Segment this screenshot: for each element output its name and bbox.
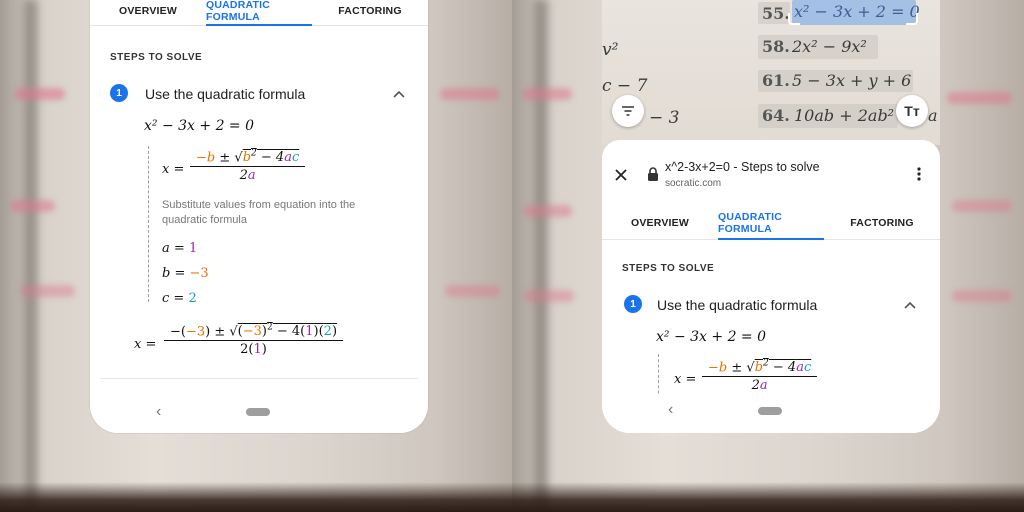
chevron-up-icon[interactable] xyxy=(902,297,918,313)
problem-64-expression: 10ab + 2ab² xyxy=(794,106,895,125)
step-title[interactable]: Use the quadratic formula xyxy=(145,86,305,102)
tab-overview[interactable]: OVERVIEW xyxy=(602,206,718,239)
formula-lhs: x = xyxy=(162,162,185,177)
more-vert-icon[interactable] xyxy=(916,166,922,182)
socratic-phone-screen: OVERVIEW QUADRATIC FORMULA FACTORING STE… xyxy=(90,0,428,433)
quadratic-formula: −b ± √b2 − 4ac 2a xyxy=(702,359,818,393)
lock-icon xyxy=(648,167,658,181)
tab-factoring[interactable]: FACTORING xyxy=(824,206,940,239)
tab-quadratic-formula[interactable]: QUADRATIC FORMULA xyxy=(206,0,312,26)
problem-61-expression: 5 − 3x + y + 6 xyxy=(792,71,912,90)
quadratic-equation: x² − 3x + 2 = 0 xyxy=(656,329,767,345)
steps-to-solve-heading: STEPS TO SOLVE xyxy=(622,263,715,274)
problem-64-number: 64. xyxy=(762,106,790,125)
formula-lhs: x = xyxy=(674,372,697,387)
problem-58-expression: 2x² − 9x² xyxy=(792,37,867,56)
substituted-formula: −(−3) ± √(−3)2 − 4(1)(2) 2(1) xyxy=(164,323,344,357)
tab-quadratic-formula[interactable]: QUADRATIC FORMULA xyxy=(718,206,824,240)
problem-58-number: 58. xyxy=(762,37,790,56)
back-icon[interactable]: ‹ xyxy=(668,401,673,419)
tab-bar: OVERVIEW QUADRATIC FORMULA FACTORING xyxy=(602,206,940,240)
step-title[interactable]: Use the quadratic formula xyxy=(657,297,817,313)
tab-factoring[interactable]: FACTORING xyxy=(312,0,428,25)
step-number-badge: 1 xyxy=(624,295,642,313)
chevron-up-icon[interactable] xyxy=(391,86,407,102)
camera-photo-of-textbook: v² c − 7 − 3 55. x² − 3x + 2 = 0 58. 2x²… xyxy=(602,0,940,145)
formula-neg-b: −b xyxy=(196,150,216,166)
android-nav-bar: ‹ xyxy=(602,395,940,433)
tab-bar: OVERVIEW QUADRATIC FORMULA FACTORING xyxy=(90,0,428,26)
page-domain: socratic.com xyxy=(665,178,722,189)
value-a: a = 1 xyxy=(162,241,198,256)
step-dashed-rail xyxy=(148,146,149,302)
divider xyxy=(100,378,418,379)
photo-fragment: c − 7 xyxy=(602,76,648,96)
quadratic-equation: x² − 3x + 2 = 0 xyxy=(144,118,255,134)
text-size-icon: Tт xyxy=(904,103,920,119)
steps-to-solve-heading: STEPS TO SOLVE xyxy=(110,52,203,63)
back-icon[interactable]: ‹ xyxy=(156,403,161,421)
problem-55-number: 55. xyxy=(762,4,790,23)
search-result-sheet: x^2-3x+2=0 - Steps to solve socratic.com… xyxy=(602,140,940,433)
tab-overview[interactable]: OVERVIEW xyxy=(90,0,206,25)
home-pill[interactable] xyxy=(758,407,782,415)
value-c: c = 2 xyxy=(162,291,197,306)
problem-61-number: 61. xyxy=(762,71,790,90)
close-icon[interactable] xyxy=(614,168,628,182)
value-b: b = −3 xyxy=(162,266,209,281)
quadratic-formula: −b ± √b2 − 4ac 2a xyxy=(190,149,306,183)
android-nav-bar: ‹ xyxy=(90,399,428,433)
problem-64-tail: a xyxy=(928,106,938,125)
selection-corner[interactable] xyxy=(906,13,918,25)
problem-55-expression[interactable]: x² − 3x + 2 = 0 xyxy=(794,2,920,21)
selection-corner[interactable] xyxy=(788,13,800,25)
filter-button[interactable] xyxy=(612,95,644,127)
home-pill[interactable] xyxy=(246,408,270,416)
photo-fragment: − 3 xyxy=(649,108,680,128)
photo-fragment: v² xyxy=(602,40,619,60)
page-title: x^2-3x+2=0 - Steps to solve xyxy=(665,160,820,174)
filter-icon xyxy=(622,106,634,116)
substitute-note: Substitute values from equation into the… xyxy=(162,199,356,226)
substituted-lhs: x = xyxy=(134,337,157,352)
text-size-button[interactable]: Tт xyxy=(896,95,928,127)
step-number-badge: 1 xyxy=(110,84,128,102)
